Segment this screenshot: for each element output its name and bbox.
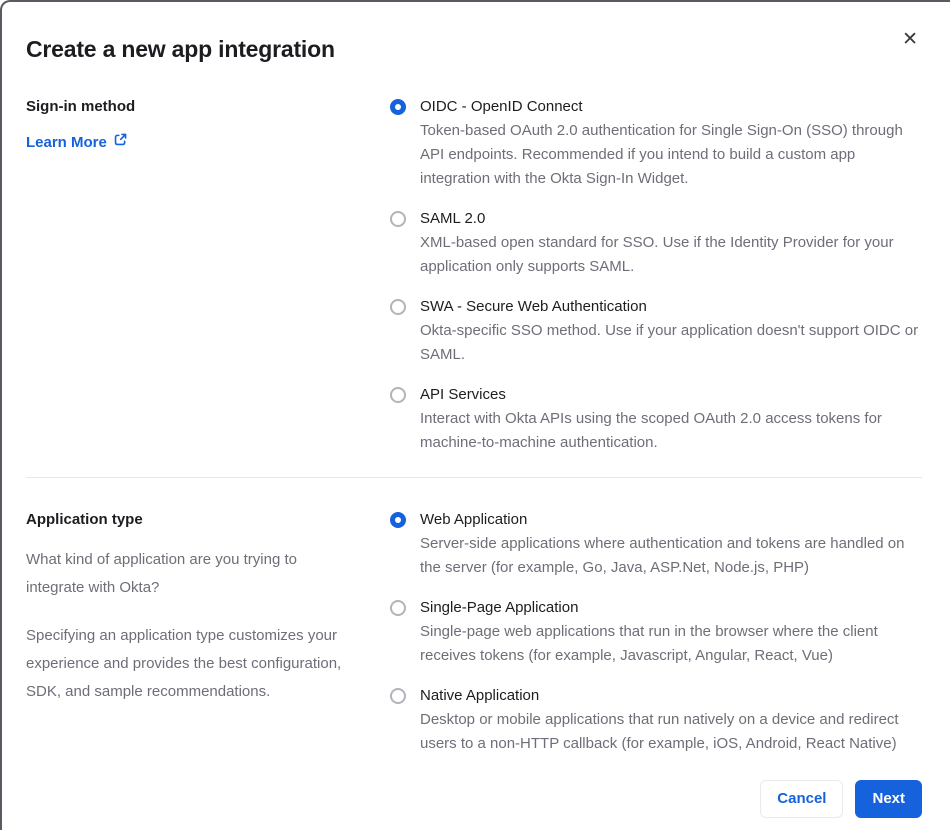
- signin-method-section: Sign-in method Learn More OIDC - OpenID …: [26, 95, 922, 455]
- option-label: Web Application: [420, 511, 528, 528]
- dialog-footer: Cancel Next: [26, 756, 922, 818]
- learn-more-label: Learn More: [26, 134, 107, 151]
- radio-option-single-page-application[interactable]: Single-Page Application Single-page web …: [390, 596, 922, 668]
- option-label: OIDC - OpenID Connect: [420, 98, 583, 115]
- signin-method-left-column: Sign-in method Learn More: [26, 95, 390, 155]
- option-description: Interact with Okta APIs using the scoped…: [420, 410, 882, 451]
- radio-unselected-icon[interactable]: [390, 600, 406, 616]
- application-type-section: Application type What kind of applicatio…: [26, 508, 922, 756]
- next-button[interactable]: Next: [855, 780, 922, 818]
- option-label: SAML 2.0: [420, 210, 486, 227]
- section-divider: [26, 477, 922, 478]
- option-description: Desktop or mobile applications that run …: [420, 711, 899, 752]
- radio-selected-icon[interactable]: [390, 512, 406, 528]
- application-type-question: What kind of application are you trying …: [26, 551, 297, 596]
- radio-option-api-services[interactable]: API Services Interact with Okta APIs usi…: [390, 383, 922, 455]
- option-label: SWA - Secure Web Authentication: [420, 298, 647, 315]
- signin-method-options: OIDC - OpenID Connect Token-based OAuth …: [390, 95, 922, 455]
- radio-option-swa[interactable]: SWA - Secure Web Authentication Okta-spe…: [390, 295, 922, 367]
- radio-unselected-icon[interactable]: [390, 387, 406, 403]
- option-description: Server-side applications where authentic…: [420, 535, 905, 576]
- option-description: Single-page web applications that run in…: [420, 623, 878, 664]
- radio-unselected-icon[interactable]: [390, 211, 406, 227]
- radio-option-oidc[interactable]: OIDC - OpenID Connect Token-based OAuth …: [390, 95, 922, 191]
- option-description: XML-based open standard for SSO. Use if …: [420, 234, 894, 275]
- application-type-left-column: Application type What kind of applicatio…: [26, 508, 390, 706]
- application-type-help-text: Specifying an application type customize…: [26, 627, 342, 700]
- option-label: Single-Page Application: [420, 599, 579, 616]
- dialog-title: Create a new app integration: [26, 36, 335, 62]
- radio-option-saml[interactable]: SAML 2.0 XML-based open standard for SSO…: [390, 207, 922, 279]
- create-app-integration-dialog: Create a new app integration ✕ Sign-in m…: [0, 0, 950, 830]
- radio-unselected-icon[interactable]: [390, 299, 406, 315]
- dialog-header: Create a new app integration ✕: [26, 30, 922, 63]
- radio-option-web-application[interactable]: Web Application Server-side applications…: [390, 508, 922, 580]
- radio-option-native-application[interactable]: Native Application Desktop or mobile app…: [390, 684, 922, 756]
- close-icon[interactable]: ✕: [898, 26, 922, 53]
- cancel-button[interactable]: Cancel: [760, 780, 844, 818]
- option-description: Token-based OAuth 2.0 authentication for…: [420, 122, 903, 187]
- radio-selected-icon[interactable]: [390, 99, 406, 115]
- option-label: API Services: [420, 386, 506, 403]
- learn-more-link[interactable]: Learn More: [26, 131, 128, 155]
- signin-method-label: Sign-in method: [26, 98, 136, 115]
- application-type-label: Application type: [26, 511, 143, 528]
- option-description: Okta-specific SSO method. Use if your ap…: [420, 322, 919, 363]
- option-label: Native Application: [420, 687, 540, 704]
- application-type-options: Web Application Server-side applications…: [390, 508, 922, 756]
- external-link-icon: [113, 131, 128, 155]
- radio-unselected-icon[interactable]: [390, 688, 406, 704]
